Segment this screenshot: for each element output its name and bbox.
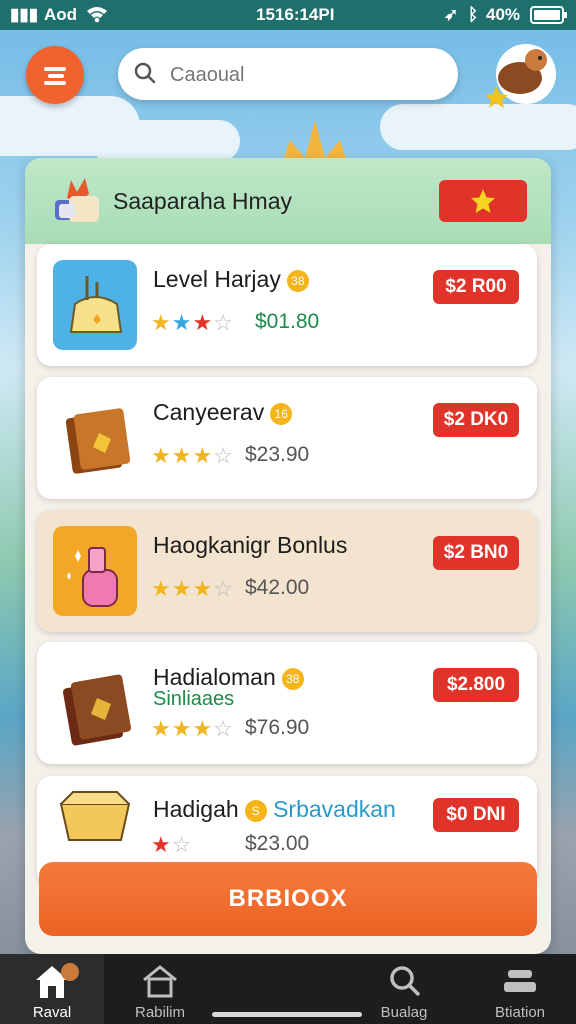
leather-book-thumbnail-icon	[62, 674, 132, 746]
star-icon	[471, 189, 495, 213]
bluetooth-icon: ᛒ	[468, 5, 479, 24]
favorite-button[interactable]	[439, 180, 527, 222]
item-price: $23.00	[245, 832, 310, 855]
coin-badge: 38	[286, 269, 309, 292]
search-input[interactable]	[168, 60, 432, 90]
battery-icon	[530, 6, 568, 29]
status-bar: ▮▮▮ Aod 1516:14PI ➶ ᛒ 40%	[0, 0, 576, 30]
item-name: Level Harjay 38	[153, 266, 309, 293]
item-name: Hadialoman 38	[153, 664, 304, 691]
home-indicator	[212, 1012, 362, 1017]
spray-bottle-thumbnail-icon	[53, 526, 137, 616]
rating-stars: ★★★☆	[151, 716, 234, 741]
item-price: $23.90	[245, 443, 310, 466]
item-subtitle: Sinliaaes	[153, 688, 235, 710]
carrier-label: Aod	[44, 5, 78, 24]
store-panel: Saaparaha Hmay Level Harjay 38 ★★★☆ $01.8…	[25, 158, 551, 954]
book-thumbnail-icon	[65, 408, 131, 474]
wifi-icon	[86, 5, 108, 28]
rating-stars: ★★★☆	[151, 310, 234, 335]
list-item[interactable]: Level Harjay 38 ★★★☆ $01.80 $2 R00	[37, 244, 537, 366]
coin-badge: 38	[281, 667, 304, 690]
price-tag-button[interactable]: $2 R00	[433, 270, 519, 304]
signal-icon: ▮▮▮	[10, 5, 39, 24]
house-icon	[143, 965, 177, 998]
search-icon	[134, 62, 156, 84]
list-item[interactable]: Hadialoman 38 Sinliaaes ★★★☆ $76.90 $2.80…	[37, 642, 537, 764]
gift-bundle-icon	[55, 178, 99, 222]
item-price: $42.00	[245, 576, 310, 599]
item-name: Haogkanigr Bonlus	[153, 532, 348, 558]
price-tag-button[interactable]: $2.800	[433, 668, 519, 702]
battery-label: 40%	[486, 5, 521, 24]
tab-label: Btiation	[494, 1004, 546, 1021]
primary-action-button[interactable]: BRBIOOX	[39, 862, 537, 936]
tab-btiation[interactable]: Btiation	[468, 954, 572, 1024]
rating-stars: ★★★☆	[151, 576, 234, 601]
mascot-home-icon	[36, 963, 79, 998]
box-thumbnail-icon	[59, 791, 131, 841]
rating-stars: ★☆	[151, 832, 193, 857]
coin-badge: 16	[270, 402, 293, 425]
list-item[interactable]: Canyeerav 16 ★★★☆ $23.90 $2 DK0	[37, 377, 537, 499]
coin-badge: S	[244, 799, 267, 822]
price-tag-button[interactable]: $2 BN0	[433, 536, 519, 570]
location-icon: ➶	[444, 5, 459, 24]
clock: 1516:14PI	[256, 5, 335, 24]
item-subtitle: Srbavadkan	[273, 796, 396, 822]
tab-label: Rabilim	[134, 1004, 185, 1021]
item-price: $01.80	[255, 310, 320, 333]
list-item[interactable]: Haogkanigr Bonlus ★★★☆ $42.00 $2 BN0	[37, 510, 537, 632]
machine-thumbnail-icon	[53, 260, 137, 350]
tab-label: Bualag	[380, 1004, 428, 1021]
search-icon	[390, 966, 421, 997]
item-name: Canyeerav 16	[153, 399, 293, 426]
stack-icon	[504, 970, 536, 992]
price-tag-button[interactable]: $2 DK0	[433, 403, 519, 437]
rating-stars: ★★★☆	[151, 443, 234, 468]
price-tag-button[interactable]: $0 DNI	[433, 798, 519, 832]
menu-button[interactable]	[26, 46, 84, 104]
tab-label: Raval	[32, 1004, 72, 1021]
mascot-avatar-icon[interactable]	[486, 38, 562, 110]
item-name: Hadigah S Srbavadkan	[153, 796, 396, 822]
panel-title: Saaparaha Hmay	[113, 188, 292, 214]
item-price: $76.90	[245, 716, 310, 739]
search-bar[interactable]	[118, 48, 458, 100]
panel-header: Saaparaha Hmay	[25, 158, 551, 244]
tab-raval[interactable]: Raval	[0, 954, 104, 1024]
tab-rabilim[interactable]: Rabilim	[108, 954, 212, 1024]
tab-bualag[interactable]: Bualag	[352, 954, 456, 1024]
